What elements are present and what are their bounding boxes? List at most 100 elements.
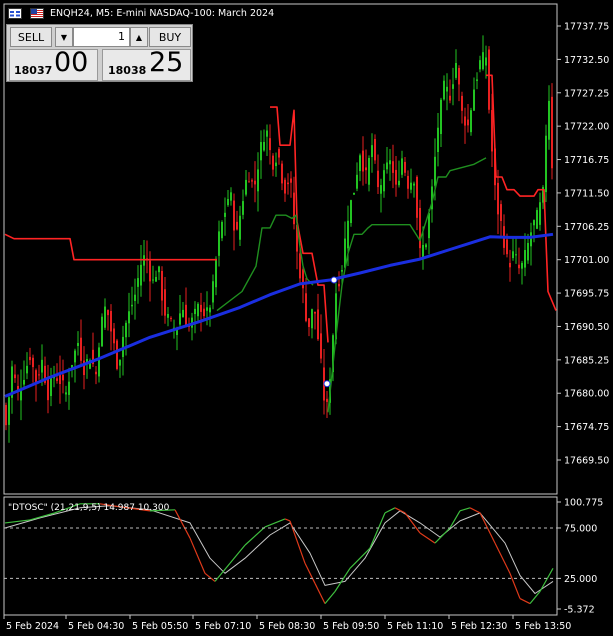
trade-marker [323,380,331,388]
price-axis-label: 17695.75 [564,289,609,300]
price-axis-label: 17674.75 [564,422,609,433]
bear-candle-body [185,304,187,327]
bull-candle-body [446,86,448,92]
chart-grid-icon[interactable] [8,8,22,19]
bear-candle-body [236,221,238,230]
bull-candle-body [266,130,268,137]
bull-candle-body [227,198,229,206]
bear-candle-body [299,253,301,279]
bull-candle-body [158,266,160,273]
ask-price-box[interactable]: 18038 25 [102,47,191,81]
bull-candle-body [167,314,169,318]
bull-candle-body [98,347,100,377]
oscillator-main-line [204,572,216,582]
chart-window[interactable]: 17737.75 17732.50 17727.25 17722.00 17716.75… [0,0,613,636]
price-chart[interactable]: 17737.75 17732.50 17727.25 17722.00 17716.75… [0,0,613,636]
bear-candle-body [293,192,295,225]
bull-candle-body [359,155,361,172]
bear-candle-body [338,283,340,287]
buy-button[interactable]: BUY [149,27,191,47]
bull-candle-body [347,220,349,249]
bear-candle-body [314,311,316,314]
bear-candle-body [419,207,421,249]
oscillator-main-line [314,583,326,604]
bear-candle-body [284,179,286,194]
oscillator-main-line [419,532,436,544]
bear-candle-body [62,374,64,381]
flag-icon [30,8,44,19]
bull-candle-body [401,158,403,175]
bear-candle-body [488,49,490,110]
bull-candle-body [131,304,133,307]
bull-candle-body [455,63,457,78]
bull-candle-body [341,270,343,272]
bull-candle-body [215,258,217,288]
bear-candle-body [80,337,82,361]
bear-candle-body [254,180,256,185]
sell-button[interactable]: SELL [10,27,52,47]
oscillator-frame [3,496,558,616]
trailing-stop-red-line [270,106,329,343]
bear-candle-body [365,167,367,171]
oscillator-main-line [174,509,191,539]
time-axis-label: 5 Feb 09:50 [323,621,379,632]
bear-candle-body [395,169,397,185]
lot-increase-button[interactable]: ▲ [130,27,148,47]
time-axis-label: 5 Feb 12:30 [451,621,507,632]
bear-candle-body [404,161,406,173]
price-axis-label: 17737.75 [564,22,609,33]
bear-candle-body [233,200,235,231]
bull-candle-body [473,89,475,111]
oscillator-main-line [509,573,521,599]
bull-candle-body [434,156,436,186]
lot-size-input[interactable]: 1 [73,27,130,47]
lot-decrease-button[interactable]: ▼ [55,27,73,47]
bull-candle-body [443,80,445,100]
one-click-trading-panel: SELL ▼ 1 ▲ BUY 18037 00 18038 25 [6,24,193,82]
bear-candle-body [449,95,451,101]
bull-candle-body [197,303,199,317]
price-axis-label: 17716.75 [564,155,609,166]
bull-candle-body [539,202,541,225]
oscillator-main-line [519,598,531,605]
bear-candle-body [506,239,508,255]
bull-candle-body [239,215,241,240]
bear-candle-body [161,270,163,301]
bid-price-box[interactable]: 18037 00 [9,47,98,81]
price-axis-label: 17685.25 [564,355,609,366]
price-axis-label: 17690.50 [564,322,609,333]
chart-title: ENQH24, M5: E-mini NASDAQ-100: March 202… [50,8,275,19]
bear-candle-body [272,155,274,170]
triangle-down-icon: ▼ [60,32,68,42]
bull-candle-body [371,145,373,158]
bull-candle-body [137,278,139,287]
bull-candle-body [521,262,523,269]
bear-candle-body [29,356,31,361]
bull-candle-body [386,162,388,170]
bear-candle-body [461,95,463,111]
bear-candle-body [509,262,511,268]
bull-candle-body [206,307,208,311]
bull-candle-body [179,313,181,325]
bear-candle-body [467,119,469,126]
bull-candle-body [182,309,184,318]
oscillator-main-line [369,512,386,549]
bear-candle-body [200,304,202,312]
oscillator-main-line [459,507,471,512]
osc-axis-label: 75.000 [564,523,597,534]
bull-candle-body [545,135,547,193]
bull-candle-body [8,397,10,425]
bear-candle-body [362,150,364,172]
bull-candle-body [155,276,157,282]
bull-candle-body [263,141,265,151]
oscillator-signal-line [4,505,554,594]
bear-candle-body [278,148,280,158]
price-axis-label: 17669.50 [564,456,609,467]
bear-candle-body [305,293,307,321]
time-axis-label: 5 Feb 05:50 [132,621,188,632]
bear-candle-body [5,404,7,426]
bull-candle-body [101,316,103,347]
bear-candle-body [302,269,304,289]
bull-candle-body [476,79,478,81]
oscillator-main-line [189,537,206,574]
